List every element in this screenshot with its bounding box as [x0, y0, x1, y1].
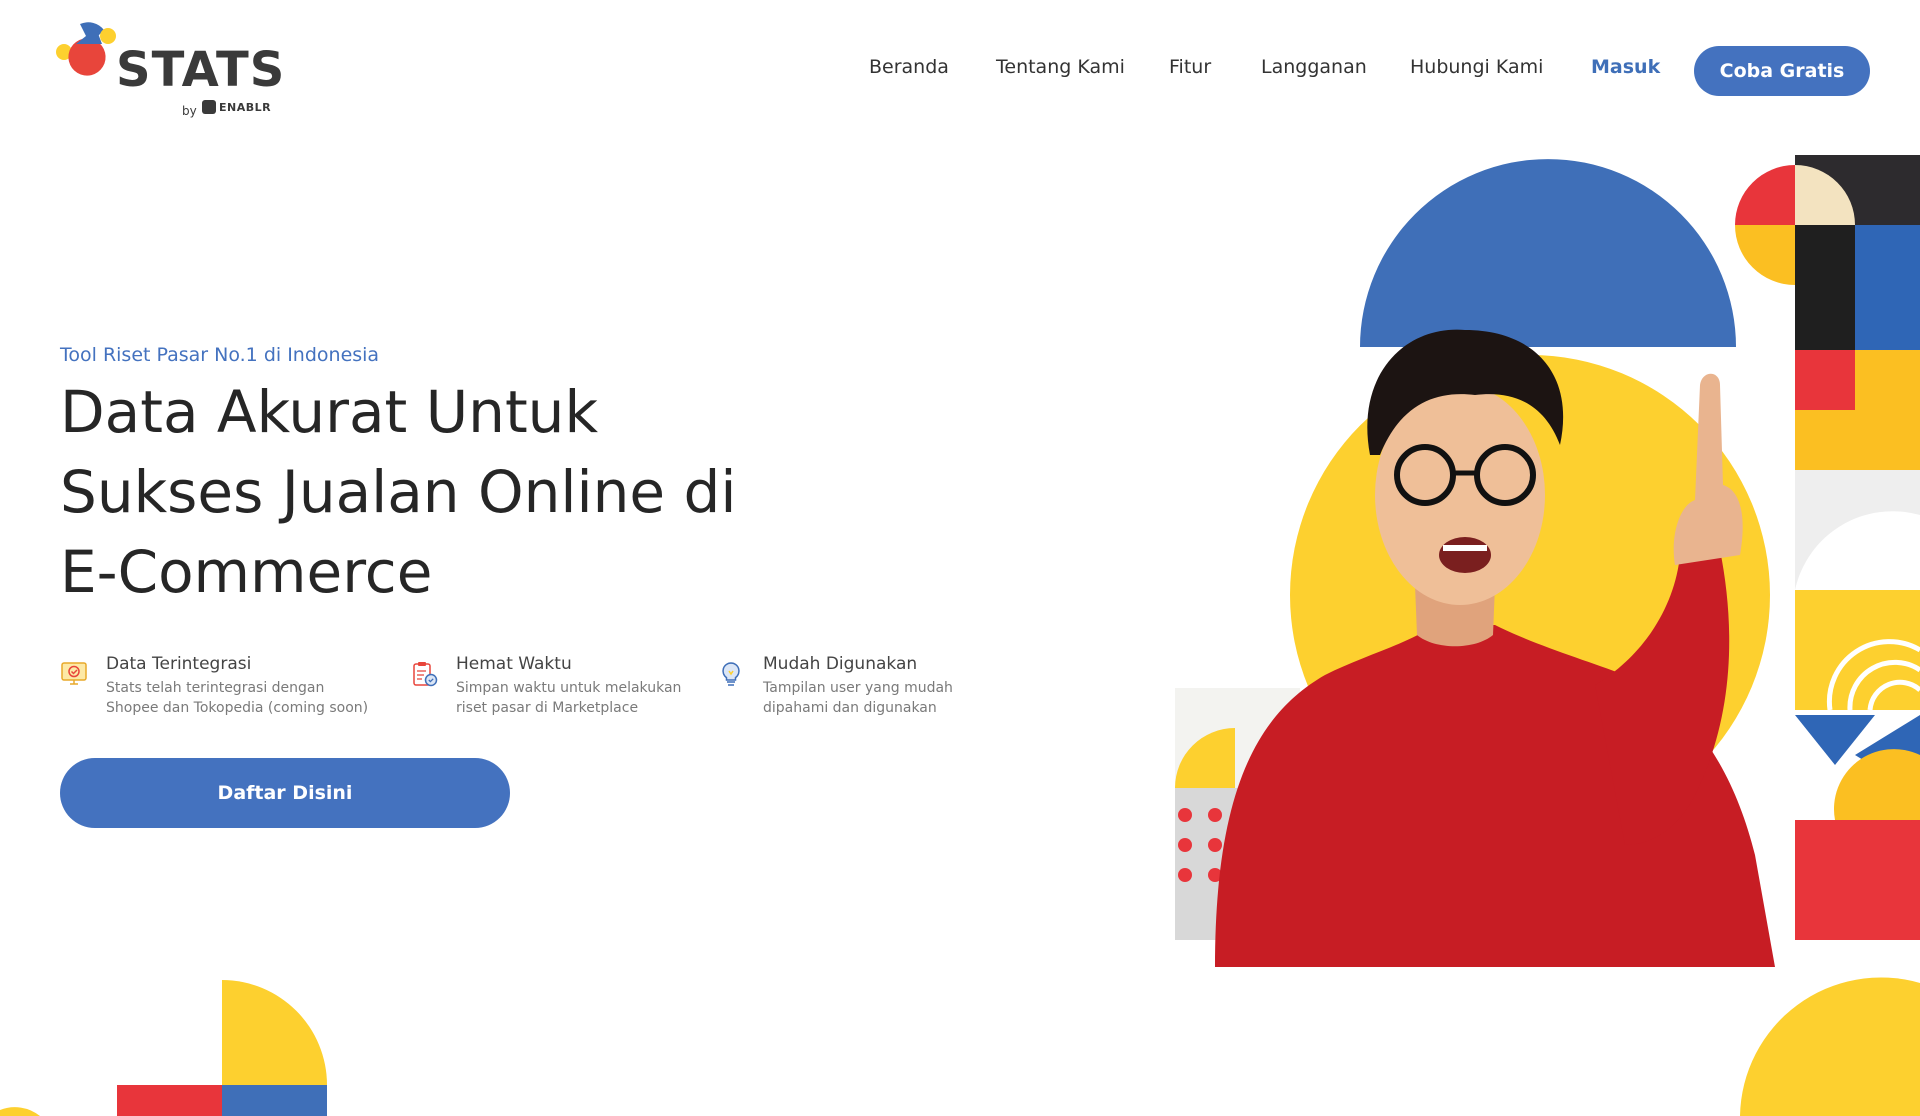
- enablr-icon: [202, 100, 216, 114]
- feature-title: Mudah Digunakan: [763, 654, 918, 674]
- feature-desc-line-2: dipahami dan digunakan: [763, 700, 937, 716]
- nav-hubungi-kami[interactable]: Hubungi Kami: [1410, 56, 1543, 78]
- nav-fitur[interactable]: Fitur: [1169, 56, 1211, 78]
- feature-desc-line-2: riset pasar di Marketplace: [456, 700, 639, 716]
- decorative-shape-bottom-right: [1740, 977, 1920, 1116]
- hero-illustration: [1175, 155, 1920, 967]
- blue-semicircle-shape: [1360, 159, 1736, 347]
- headline-line-1: Data Akurat Untuk: [60, 378, 599, 446]
- partner-name: ENABLR: [219, 100, 272, 114]
- feature-hemat-waktu: Hemat Waktu Simpan waktu untuk melakukan…: [410, 654, 681, 718]
- feature-mudah-digunakan: Mudah Digunakan Tampilan user yang mudah…: [717, 654, 953, 718]
- feature-desc-line-1: Stats telah terintegrasi dengan: [106, 680, 325, 696]
- feature-desc-line-1: Simpan waktu untuk melakukan: [456, 680, 682, 696]
- feature-data-terintegrasi: Data Terintegrasi Stats telah terintegra…: [60, 654, 368, 718]
- feature-title: Data Terintegrasi: [106, 654, 252, 674]
- hero-tagline: Tool Riset Pasar No.1 di Indonesia: [60, 344, 380, 366]
- feature-title: Hemat Waktu: [456, 654, 572, 674]
- feature-desc-line-1: Tampilan user yang mudah: [763, 680, 953, 696]
- try-free-button[interactable]: Coba Gratis: [1694, 46, 1870, 96]
- nav-langganan[interactable]: Langganan: [1261, 56, 1367, 78]
- register-button[interactable]: Daftar Disini: [60, 758, 510, 828]
- partner-logo: ENABLR: [202, 100, 271, 114]
- headline-line-2: Sukses Jualan Online di: [60, 458, 737, 526]
- monitor-check-icon: [61, 662, 87, 685]
- clipboard-clock-icon: [413, 662, 438, 687]
- nav-beranda[interactable]: Beranda: [869, 56, 949, 78]
- main-nav: Beranda Tentang Kami Fitur Langganan Hub…: [0, 44, 1920, 100]
- login-link[interactable]: Masuk: [1591, 56, 1660, 78]
- lightbulb-icon: [722, 662, 740, 686]
- brand-by: by: [182, 104, 197, 118]
- hero-headline: Data Akurat Untuk Sukses Jualan Online d…: [60, 372, 820, 612]
- feature-desc-line-2: Shopee dan Tokopedia (coming soon): [106, 700, 369, 716]
- headline-line-3: E-Commerce: [60, 538, 433, 606]
- decorative-shapes-bottom-left: [0, 980, 327, 1116]
- nav-tentang-kami[interactable]: Tentang Kami: [996, 56, 1125, 78]
